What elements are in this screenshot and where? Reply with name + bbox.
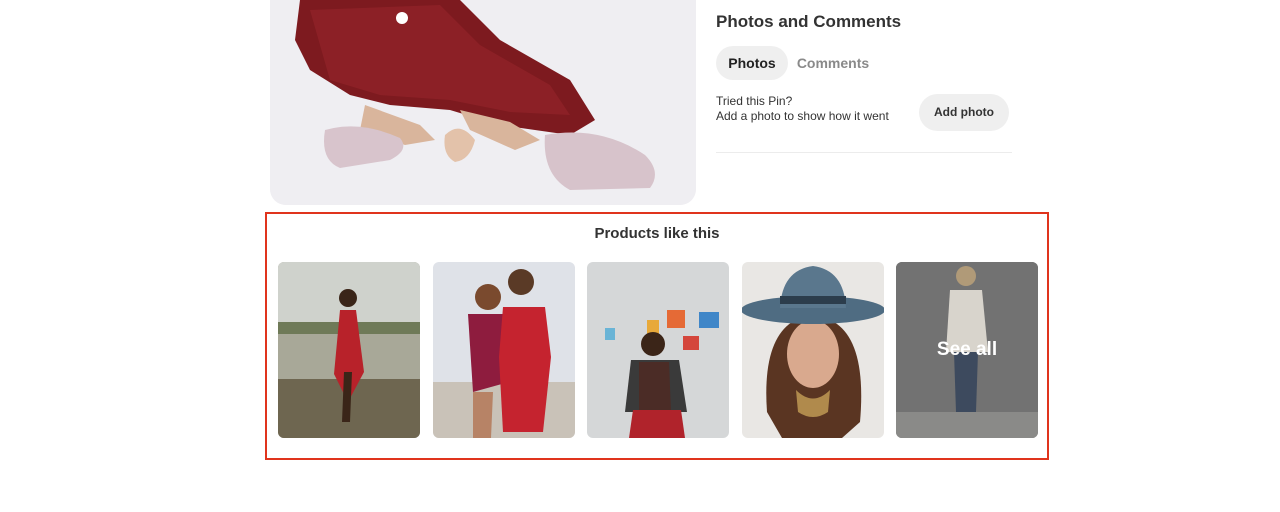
product-photo-icon [278,262,420,438]
product-thumb-2[interactable] [433,262,575,438]
products-title: Products like this [594,225,720,242]
product-photo-icon [742,262,884,438]
see-all-tile[interactable]: See all [896,262,1038,438]
products-like-this-section: Products like this See all [265,212,1049,460]
product-photo-icon [433,262,575,438]
product-photo-icon [587,262,729,438]
panel-title: Photos and Comments [716,12,902,31]
product-thumb-1[interactable] [278,262,420,438]
product-thumb-3[interactable] [587,262,729,438]
tried-pin-prompt: Tried this Pin? Add a photo to show how … [716,94,889,124]
tried-pin-line2: Add a photo to show how it went [716,109,889,123]
tab-comments[interactable]: Comments [793,46,873,80]
add-photo-button[interactable]: Add photo [919,94,1009,131]
tried-pin-line1: Tried this Pin? [716,94,793,108]
photos-comments-panel: Photos and Comments Photos Comments Trie… [716,0,1016,160]
pin-photo-icon [270,0,696,205]
see-all-label: See all [936,339,998,360]
tab-photos[interactable]: Photos [716,46,788,80]
product-thumb-4[interactable] [742,262,884,438]
divider [716,152,1012,153]
pin-image[interactable] [270,0,696,205]
